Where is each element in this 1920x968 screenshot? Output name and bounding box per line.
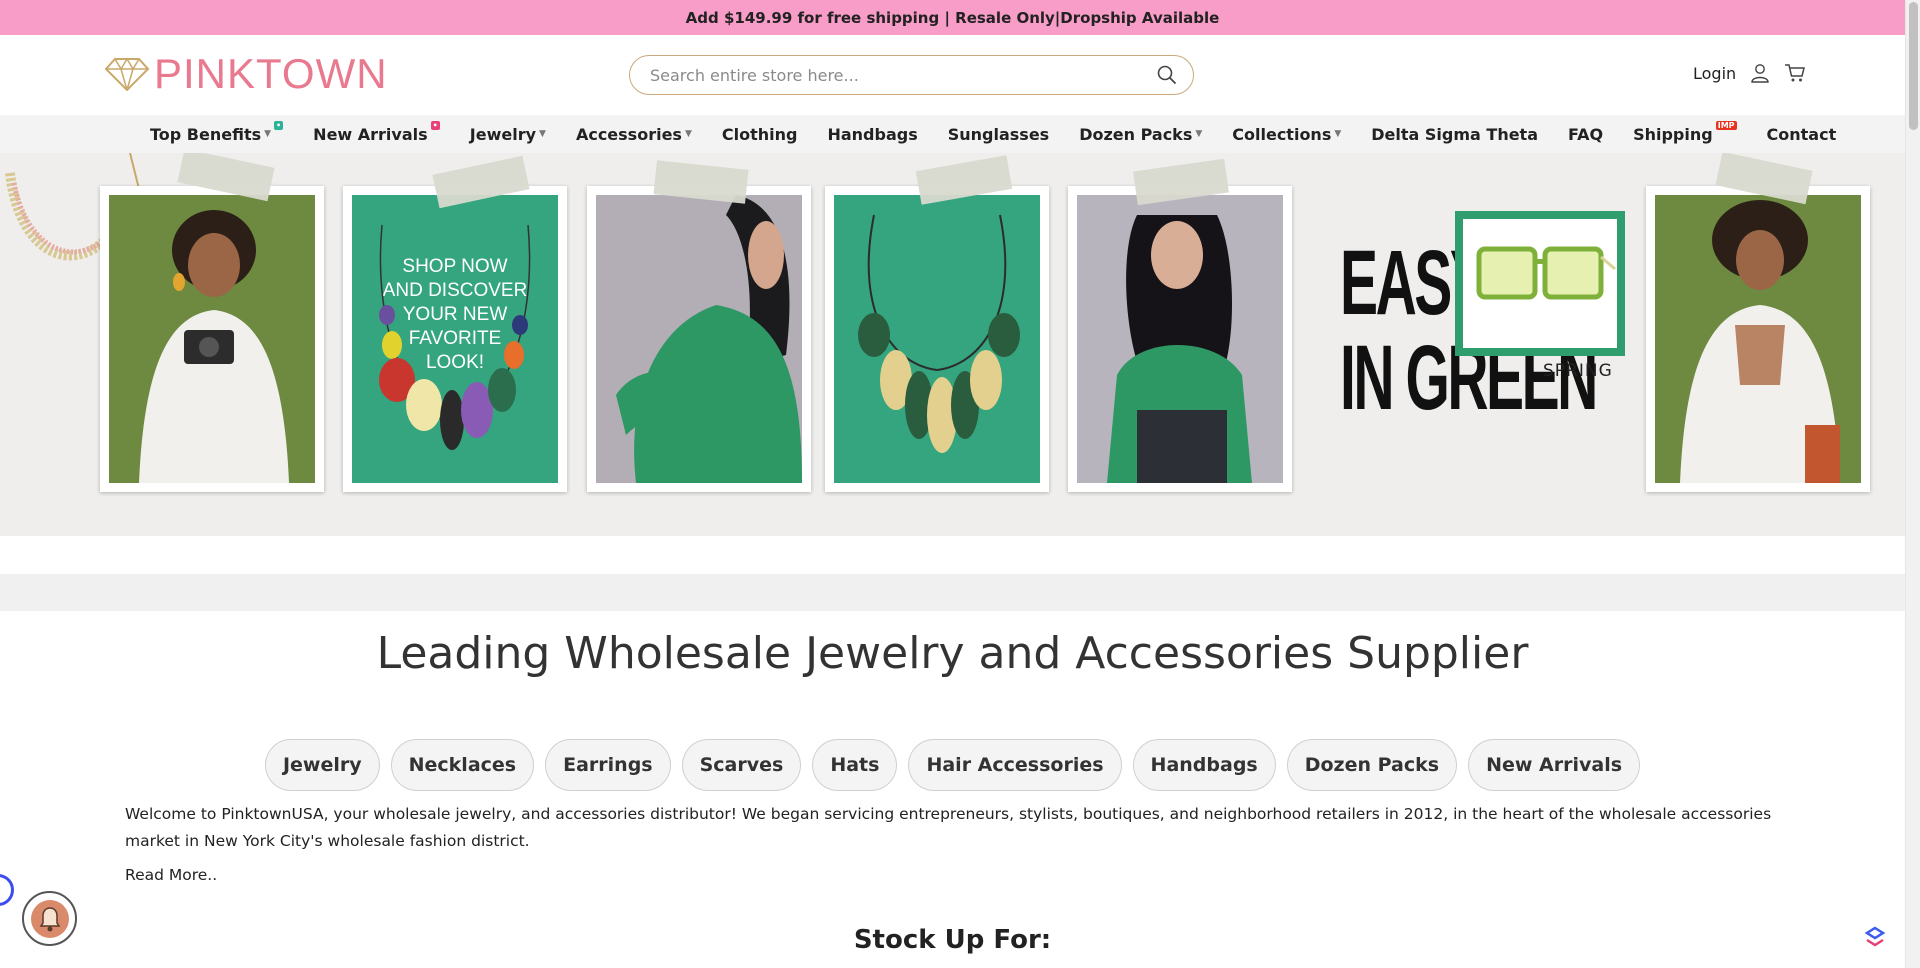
- nav-item-accessories[interactable]: Accessories ▼: [576, 125, 692, 144]
- hero-banner[interactable]: SHOP NOW AND DISCOVER YOUR NEW FAVORITE …: [0, 153, 1905, 536]
- notification-bell-button[interactable]: [22, 891, 77, 946]
- site-header: PINKTOWN Login: [0, 35, 1905, 115]
- stock-up-heading: Stock Up For:: [853, 925, 1052, 955]
- banner-photo-woman-white: [1646, 186, 1870, 492]
- nav-label: Top Benefits: [150, 124, 262, 144]
- banner-photo-woman-camera: [100, 186, 324, 492]
- category-pill-handbags[interactable]: Handbags: [1132, 739, 1276, 791]
- scrollbar-thumb[interactable]: [1909, 2, 1918, 130]
- section-divider: [0, 574, 1905, 611]
- category-pill-hats[interactable]: Hats: [812, 739, 898, 791]
- sunglasses-photo: [1455, 211, 1625, 356]
- badge-dot: •: [430, 120, 440, 130]
- logo-text: PINKTOWN: [154, 50, 388, 97]
- nav-label: New Arrivals: [313, 124, 428, 144]
- category-pill-earrings[interactable]: Earrings: [545, 739, 671, 791]
- spring-label: SPRING: [1543, 361, 1613, 381]
- badge-dot: •: [274, 120, 284, 130]
- side-widget-button[interactable]: [0, 874, 14, 906]
- nav-item-delta-sigma-theta[interactable]: Delta Sigma Theta: [1371, 125, 1538, 144]
- nav-label: Accessories: [575, 124, 682, 144]
- category-pill-jewelry[interactable]: Jewelry: [264, 739, 380, 791]
- account-area: Login: [1693, 63, 1806, 83]
- category-pills: Jewelry Necklaces Earrings Scarves Hats …: [0, 739, 1905, 791]
- diamond-logo-icon: [104, 57, 150, 91]
- promo-bar: Add $149.99 for free shipping | Resale O…: [0, 0, 1905, 35]
- category-pill-hair-accessories[interactable]: Hair Accessories: [908, 739, 1122, 791]
- search-box[interactable]: [629, 55, 1194, 95]
- nav-item-jewelry[interactable]: Jewelry ▼: [470, 125, 546, 144]
- banner-photo-shop-now: SHOP NOW AND DISCOVER YOUR NEW FAVORITE …: [343, 186, 567, 492]
- category-pill-dozen-packs[interactable]: Dozen Packs: [1286, 739, 1458, 791]
- nav-label: FAQ: [1568, 124, 1604, 144]
- nav-label: Shipping: [1633, 124, 1713, 144]
- banner-photo-green-jacket: [587, 186, 811, 492]
- caret-down-icon: ▼: [684, 128, 692, 139]
- promo-text: Add $149.99 for free shipping | Resale O…: [685, 8, 1220, 27]
- read-more-link[interactable]: Read More..: [125, 866, 217, 884]
- nav-item-shipping[interactable]: Shipping IMP: [1633, 120, 1737, 144]
- nav-item-clothing[interactable]: Clothing: [722, 125, 798, 144]
- search-input[interactable]: [650, 65, 1157, 85]
- nav-item-new-arrivals[interactable]: New Arrivals •: [313, 120, 440, 144]
- nav-label: Jewelry: [469, 124, 537, 144]
- banner-photo-necklace: [825, 186, 1049, 492]
- nav-label: Handbags: [827, 124, 918, 144]
- caret-down-icon: ▼: [1195, 128, 1203, 139]
- nav-item-handbags[interactable]: Handbags: [827, 125, 917, 144]
- nav-label: Clothing: [721, 124, 798, 144]
- nav-item-top-benefits[interactable]: Top Benefits ▼ •: [150, 120, 284, 144]
- page-scrollbar[interactable]: [1905, 0, 1920, 968]
- login-link[interactable]: Login: [1693, 64, 1736, 83]
- nav-item-dozen-packs[interactable]: Dozen Packs ▼: [1079, 125, 1202, 144]
- caret-down-icon: ▼: [539, 128, 546, 139]
- page-headline: Leading Wholesale Jewelry and Accessorie…: [376, 628, 1529, 679]
- nav-label: Delta Sigma Theta: [1371, 124, 1538, 144]
- nav-item-sunglasses[interactable]: Sunglasses: [948, 125, 1049, 144]
- caret-down-icon: ▼: [264, 128, 272, 139]
- nav-label: Dozen Packs: [1079, 124, 1193, 144]
- search-icon[interactable]: [1157, 65, 1177, 85]
- logo[interactable]: PINKTOWN: [104, 50, 388, 98]
- nav-item-collections[interactable]: Collections ▼: [1232, 125, 1341, 144]
- nav-label: Contact: [1766, 124, 1837, 144]
- category-pill-new-arrivals[interactable]: New Arrivals: [1468, 739, 1641, 791]
- nav-label: Sunglasses: [947, 124, 1050, 144]
- nav-label: Collections: [1232, 124, 1332, 144]
- cart-icon[interactable]: [1784, 63, 1806, 83]
- user-icon[interactable]: [1750, 63, 1770, 83]
- welcome-text: Welcome to PinktownUSA, your wholesale j…: [125, 805, 1772, 850]
- imp-badge: IMP: [1715, 120, 1737, 130]
- category-pill-necklaces[interactable]: Necklaces: [390, 739, 535, 791]
- bell-icon: [30, 899, 69, 938]
- category-pill-scarves[interactable]: Scarves: [681, 739, 802, 791]
- nav-item-contact[interactable]: Contact: [1767, 125, 1837, 144]
- nav-item-faq[interactable]: FAQ: [1568, 125, 1603, 144]
- sunglasses-icon: [1476, 246, 1616, 300]
- main-nav: Top Benefits ▼ • New Arrivals • Jewelry …: [0, 115, 1905, 153]
- assistant-widget-icon[interactable]: [1862, 925, 1888, 951]
- banner-photo-woman-green: [1068, 186, 1292, 492]
- caret-down-icon: ▼: [1334, 128, 1342, 139]
